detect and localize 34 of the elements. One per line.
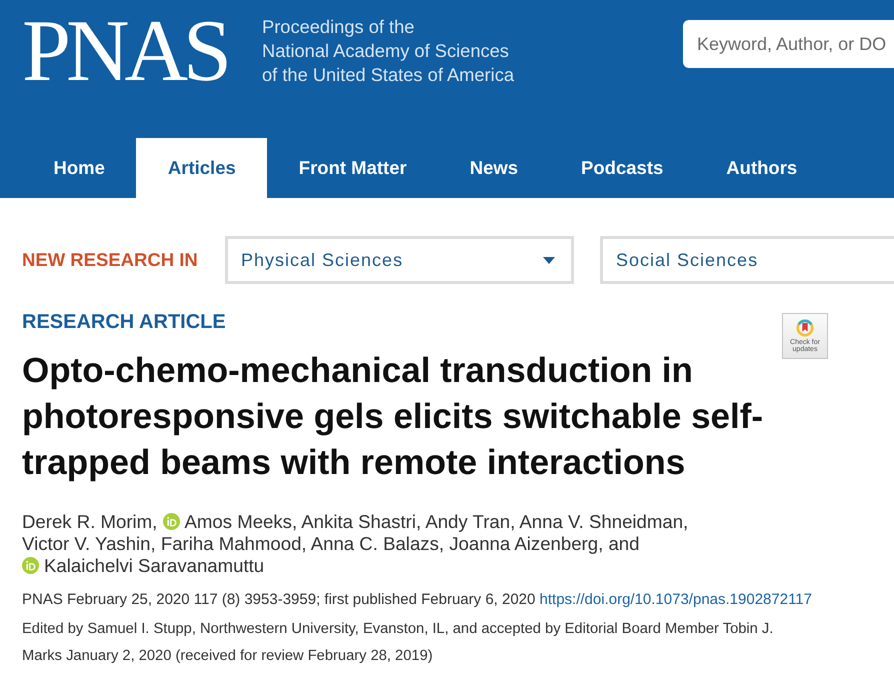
tagline-text: Proceedings of the (262, 15, 416, 39)
author-link[interactable]: Joanna Aizenberg, (449, 533, 604, 554)
tagline-text: National Academy of Sciences (262, 39, 510, 63)
caret-icon (543, 256, 555, 264)
author-link[interactable]: Derek R. Morim, (22, 511, 158, 532)
byline-text: and (608, 533, 640, 554)
nav-tab[interactable]: Articles (136, 138, 268, 198)
nav-tab[interactable]: News (438, 138, 550, 198)
author-link[interactable]: Anna C. Balazs, (310, 533, 444, 554)
nav-tab[interactable]: Front Matter (267, 138, 438, 198)
nav-tab[interactable]: Home (22, 138, 136, 198)
tagline-text: of the United States of America (262, 63, 514, 87)
author-link[interactable]: Victor V. Yashin, (22, 533, 156, 554)
ring-bookmark-icon (796, 319, 814, 337)
site-logo[interactable]: PNAS (22, 8, 240, 96)
author-link[interactable]: Andy Tran, (425, 511, 516, 532)
author-link[interactable]: Amos Meeks, (184, 511, 298, 532)
article-type-label: RESEARCH ARTICLE (22, 310, 227, 334)
author-link[interactable]: Fariha Mahmood, (160, 533, 307, 554)
editor-note: Edited by Samuel I. Stupp, Northwestern University, Evanston, IL, and accepted by Editorial Board Member Tobin J. Marks January 2, 2020 (received for review February 28, 2019) (22, 620, 774, 666)
doi-link[interactable]: https://doi.org/10.1073/pnas.1902872117 (540, 591, 812, 608)
section-label: NEW RESEARCH IN (22, 249, 199, 271)
author-link[interactable]: Kalaichelvi Saravanamuttu (44, 555, 264, 576)
nav-tab[interactable]: Authors (694, 138, 829, 198)
citation-text: PNAS February 25, 2020 117 (8) 3953-3959; first published February 6, 2020 https://doi.org/10.1073/pnas.1902872117 (22, 590, 812, 610)
search-field[interactable]: Keyword, Author, or DO (683, 20, 894, 68)
article-title: Opto-chemo-mechanical transduction in photoresponsive gels elicits switchable self-trapped beams with remote interactions (22, 350, 764, 484)
nav-tab[interactable]: Podcasts (550, 138, 695, 198)
category-dropdown[interactable]: Social Sciences (600, 236, 894, 284)
id-icon[interactable] (22, 557, 39, 574)
category-dropdown[interactable]: Physical Sciences (225, 236, 574, 284)
author-link[interactable]: Anna V. Shneidman, (519, 511, 688, 532)
author-link[interactable]: Ankita Shastri, (301, 511, 422, 532)
id-icon[interactable] (162, 513, 180, 530)
